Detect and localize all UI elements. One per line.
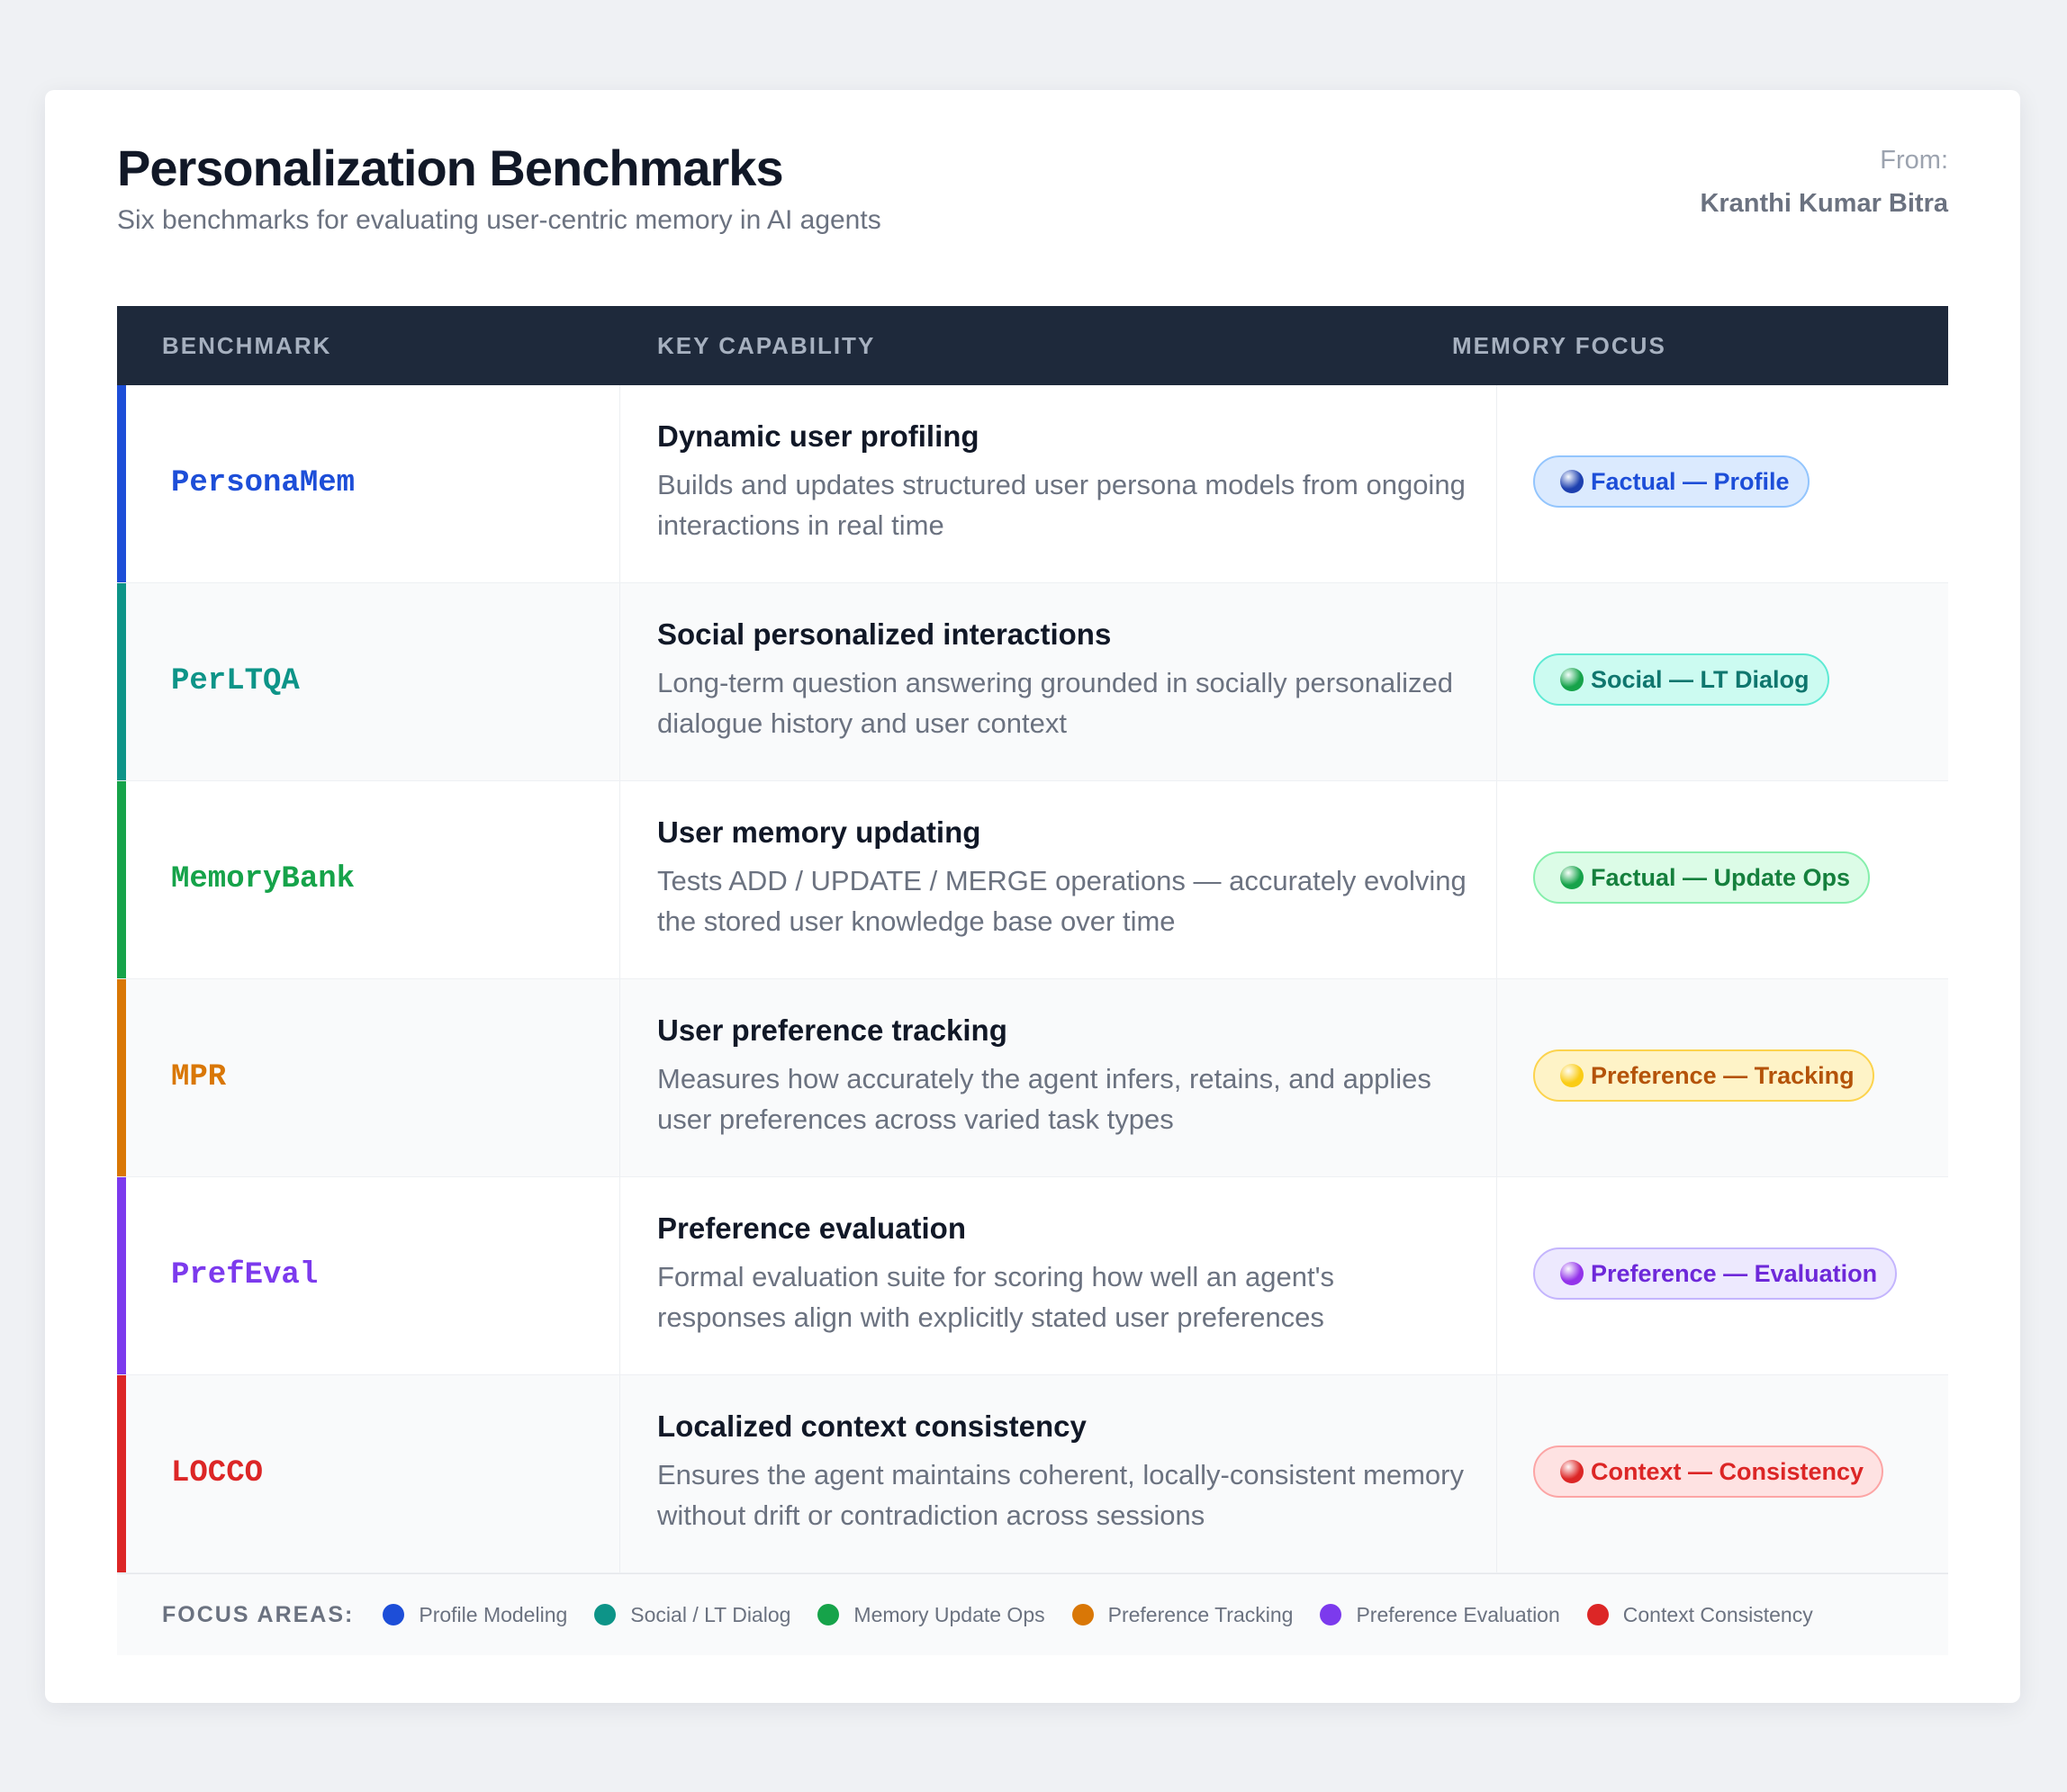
benchmarks-card: Personalization Benchmarks Six benchmark… — [45, 90, 2020, 1703]
from-label: From: — [1880, 146, 1948, 175]
row-accent-bar — [117, 781, 126, 978]
column-divider — [1496, 979, 1497, 1176]
capability-description: Measures how accurately the agent infers… — [657, 1063, 1431, 1135]
capability-description: Tests ADD / UPDATE / MERGE operations — … — [657, 865, 1467, 937]
column-divider — [619, 583, 620, 780]
legend-item: Context Consistency — [1586, 1602, 1813, 1627]
table-body: PersonaMem Dynamic user profiling Builds a… — [117, 385, 1948, 1573]
benchmark-name: MemoryBank — [171, 862, 356, 896]
column-divider — [1496, 385, 1497, 582]
legend-item: Memory Update Ops — [817, 1602, 1045, 1627]
table-row: PerLTQA Social personalized interactions L… — [117, 583, 1948, 781]
legend-label: Profile Modeling — [419, 1602, 568, 1626]
legend-label: Memory Update Ops — [853, 1602, 1045, 1626]
memory-focus-badge: Factual — Update Ops — [1533, 851, 1871, 904]
benchmark-name: LOCCO — [171, 1456, 264, 1490]
legend-item: Social / LT Dialog — [594, 1603, 790, 1627]
column-header-capability: KEY CAPABILITY — [657, 332, 876, 359]
legend-dot-icon — [1586, 1604, 1609, 1625]
memory-focus-label: Factual — Update Ops — [1591, 863, 1851, 891]
legend-title: FOCUS AREAS: — [162, 1601, 355, 1627]
table-row: MemoryBank User memory updating Tests ADD … — [117, 781, 1948, 979]
memory-focus-label: Factual — Profile — [1591, 467, 1790, 495]
column-divider — [1496, 583, 1497, 780]
memory-focus-label: Context — Consistency — [1591, 1457, 1864, 1485]
legend-item: Preference Tracking — [1071, 1602, 1294, 1627]
capability-title: Dynamic user profiling — [657, 419, 979, 453]
page-title: Personalization Benchmarks — [117, 140, 784, 196]
benchmark-name: MPR — [171, 1060, 227, 1094]
table-row: PrefEval Preference evaluation Formal eval… — [117, 1177, 1948, 1375]
benchmark-table: BENCHMARK KEY CAPABILITY MEMORY FOCUS Pe… — [117, 306, 1948, 1655]
legend-dot-icon — [383, 1604, 405, 1625]
column-divider — [1496, 1177, 1497, 1374]
focus-dot-icon — [1560, 1460, 1584, 1483]
legend-label: Preference Tracking — [1107, 1602, 1294, 1626]
table-row: LOCCO Localized context consistency Ensure… — [117, 1375, 1948, 1573]
table-row: PersonaMem Dynamic user profiling Builds a… — [117, 385, 1948, 583]
capability-description: Long-term question answering grounded in… — [657, 667, 1454, 739]
row-accent-bar — [117, 583, 126, 780]
memory-focus-badge: Preference — Tracking — [1533, 1049, 1874, 1102]
page-subtitle: Six benchmarks for evaluating user-centr… — [117, 205, 881, 235]
capability-description: Ensures the agent maintains coherent, lo… — [657, 1459, 1464, 1531]
legend-label: Social / LT Dialog — [630, 1602, 791, 1626]
capability-description: Builds and updates structured user perso… — [657, 469, 1466, 541]
capability-description: Formal evaluation suite for scoring how … — [657, 1261, 1335, 1333]
legend-dot-icon — [817, 1604, 840, 1625]
capability-title: Localized context consistency — [657, 1409, 1087, 1443]
memory-focus-badge: Context — Consistency — [1533, 1445, 1884, 1498]
legend-items: Profile Modeling Social / LT Dialog Memory… — [383, 1603, 1839, 1627]
focus-dot-icon — [1560, 668, 1584, 691]
legend-dot-icon — [1071, 1604, 1094, 1625]
column-divider — [1496, 781, 1497, 978]
legend-dot-icon — [594, 1604, 617, 1625]
memory-focus-label: Preference — Tracking — [1591, 1061, 1855, 1089]
column-header-benchmark: BENCHMARK — [162, 332, 332, 359]
column-header-memory-focus: MEMORY FOCUS — [1452, 332, 1666, 359]
legend-item: Preference Evaluation — [1320, 1602, 1560, 1627]
focus-dot-icon — [1560, 1262, 1584, 1285]
legend: FOCUS AREAS: Profile Modeling Social / LT… — [117, 1573, 1948, 1655]
author-name: Kranthi Kumar Bitra — [1700, 189, 1948, 218]
memory-focus-badge: Social — LT Dialog — [1533, 653, 1829, 706]
capability-title: Preference evaluation — [657, 1211, 966, 1245]
row-accent-bar — [117, 385, 126, 582]
focus-dot-icon — [1560, 1064, 1584, 1087]
benchmark-name: PerLTQA — [171, 664, 300, 698]
column-divider — [619, 1375, 620, 1572]
memory-focus-badge: Factual — Profile — [1533, 455, 1810, 508]
capability-title: User memory updating — [657, 815, 981, 849]
column-divider — [1496, 1375, 1497, 1572]
table-row: MPR User preference tracking Measures how … — [117, 979, 1948, 1177]
focus-dot-icon — [1560, 470, 1584, 493]
column-divider — [619, 781, 620, 978]
memory-focus-badge: Preference — Evaluation — [1533, 1247, 1898, 1300]
benchmark-name: PersonaMem — [171, 466, 356, 500]
benchmark-name: PrefEval — [171, 1258, 319, 1292]
legend-label: Context Consistency — [1622, 1602, 1813, 1626]
memory-focus-label: Social — LT Dialog — [1591, 665, 1810, 693]
row-accent-bar — [117, 1375, 126, 1572]
focus-dot-icon — [1560, 866, 1584, 889]
column-divider — [619, 979, 620, 1176]
legend-item: Profile Modeling — [383, 1603, 567, 1627]
row-accent-bar — [117, 1177, 126, 1374]
column-divider — [619, 385, 620, 582]
column-divider — [619, 1177, 620, 1374]
memory-focus-label: Preference — Evaluation — [1591, 1259, 1878, 1287]
capability-title: User preference tracking — [657, 1013, 1007, 1047]
legend-label: Preference Evaluation — [1356, 1602, 1560, 1626]
legend-dot-icon — [1320, 1604, 1342, 1625]
row-accent-bar — [117, 979, 126, 1176]
capability-title: Social personalized interactions — [657, 617, 1112, 651]
table-header: BENCHMARK KEY CAPABILITY MEMORY FOCUS — [117, 306, 1948, 385]
